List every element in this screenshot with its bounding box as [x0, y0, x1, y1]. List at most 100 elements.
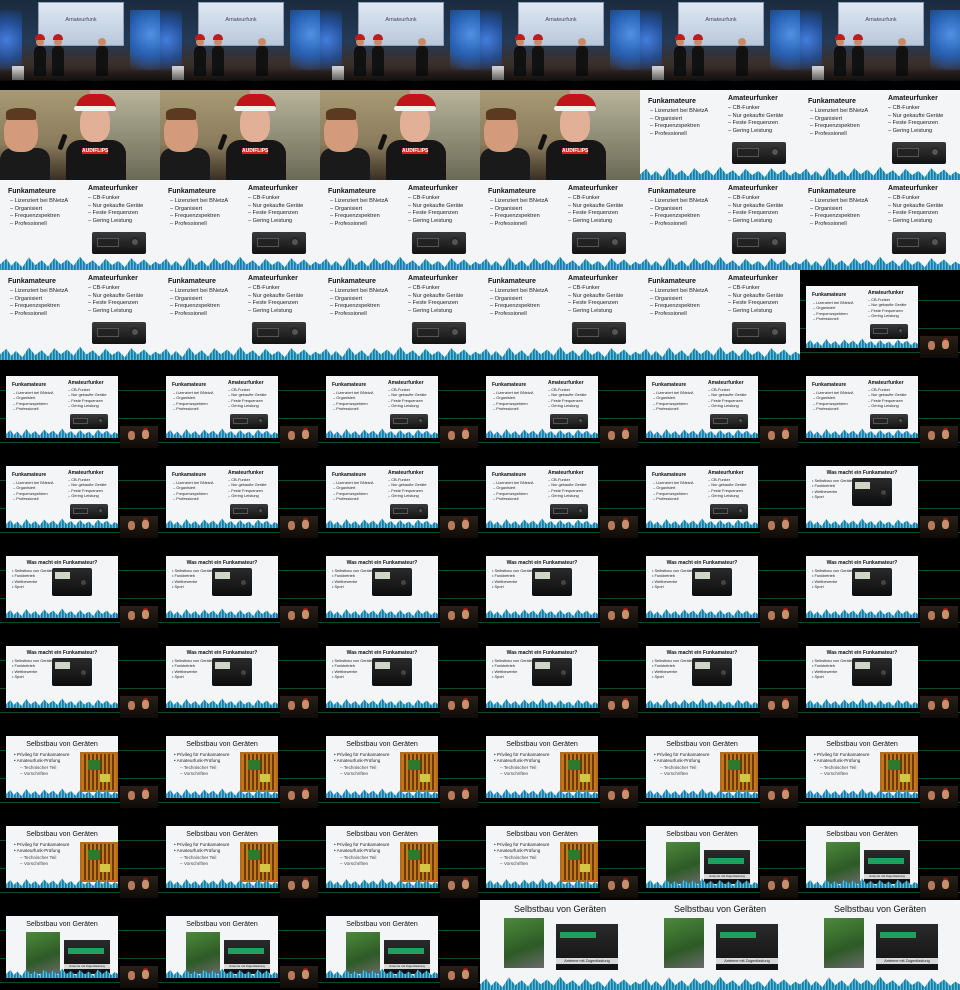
list-item: Organisiert [330, 296, 388, 304]
video-thumbnail: Selbstbau von Geräten Privileg für Funka… [320, 810, 480, 900]
list-item: Gering Leistung [408, 308, 463, 316]
video-thumbnail: Amateurfunk [160, 0, 320, 90]
slide-left-list: Lizenziert bei BNetzA Organisiert Freque… [330, 288, 388, 319]
camera-inset [760, 426, 798, 448]
camera-inset [760, 696, 798, 718]
slide-right-list: CB-Funker Nur gekaufte Geräte Feste Freq… [888, 105, 944, 136]
blue-stage-light [290, 10, 320, 70]
slide-list: Selbstbau von Geräten Funkbetrieb Wettbe… [172, 658, 214, 680]
stage-photo: Amateurfunk [480, 0, 640, 90]
list-item: Professionell [813, 406, 853, 411]
video-thumbnail: Funkamateure Lizenziert bei BNetzA Organ… [160, 450, 320, 540]
slide-list: Privileg für Funkamateure Amateurfunk-Pr… [334, 752, 390, 777]
slide-funkamateure-vs-amateurfunker: Funkamateure Lizenziert bei BNetzA Organ… [0, 180, 160, 270]
list-item: Professionell [173, 496, 213, 501]
list-item: Nur gekaufte Geräte [728, 293, 784, 301]
radio-transceiver-image [572, 322, 626, 344]
camera-inset [600, 696, 638, 718]
waveform-footer [166, 428, 278, 438]
slide-title: Selbstbau von Geräten [346, 831, 418, 838]
camera-inset [440, 786, 478, 808]
list-item: Professionell [650, 311, 708, 319]
slide-list: Selbstbau von Geräten Funkbetrieb Wettbe… [812, 478, 854, 500]
slide-left-list: Lizenziert bei BNetzA Organisiert Freque… [650, 108, 708, 139]
slide-column-title: Amateurfunker [868, 380, 904, 386]
slide-right-list: CB-Funker Nur gekaufte Geräte Feste Freq… [228, 387, 266, 409]
slide-list: Selbstbau von Geräten Funkbetrieb Wettbe… [12, 658, 54, 680]
waveform-footer [806, 428, 918, 438]
screen-title: Amateurfunk [225, 17, 257, 23]
camera-inset [760, 876, 798, 898]
slide-right-list: CB-Funker Nur gekaufte Geräte Feste Freq… [728, 285, 784, 316]
list-item: Professionell [170, 221, 228, 229]
waveform-footer [640, 976, 800, 990]
camera-inset [920, 876, 958, 898]
slide-title: Selbstbau von Geräten [506, 831, 578, 838]
radio-transceiver-image [710, 414, 748, 429]
list-item: Gering Leistung [708, 493, 747, 498]
list-item: Nur gekaufte Geräte [388, 392, 426, 397]
slide-left-list: Lizenziert bei BNetzA Organisiert Freque… [170, 198, 228, 229]
radio-station-image [372, 658, 412, 686]
slide-right-list: CB-Funker Nur gekaufte Geräte Feste Freq… [868, 297, 906, 319]
radio-transceiver-image [732, 232, 786, 254]
slide-was-macht-ein-funkamateur: Was macht ein Funkamateur? Selbstbau von… [486, 646, 598, 708]
list-item: Professionell [493, 496, 533, 501]
list-item: Nur gekaufte Geräte [228, 482, 266, 487]
list-item: Lizenziert bei BNetzA [490, 198, 548, 206]
slide-column-title: Funkamateure [488, 278, 536, 285]
slide-left-list: Lizenziert bei BNetzA Organisiert Freque… [10, 288, 68, 319]
slide-column-title: Funkamateure [812, 382, 847, 388]
slide-funkamateure-vs-amateurfunker: Funkamateure Lizenziert bei BNetzA Organ… [640, 180, 800, 270]
slide-column-title: Amateurfunker [728, 95, 778, 102]
camera-inset [280, 426, 318, 448]
slide-title: Was macht ein Funkamateur? [826, 560, 898, 566]
blue-stage-light [800, 10, 822, 70]
slide-list: Privileg für Funkamateure Amateurfunk-Pr… [494, 752, 550, 777]
video-thumbnail: Funkamateure Lizenziert bei BNetzA Organ… [0, 180, 160, 270]
radio-transceiver-image [230, 504, 268, 519]
video-thumbnail: Funkamateure Lizenziert bei BNetzA Organ… [800, 180, 960, 270]
list-item: Professionell [333, 406, 373, 411]
video-thumbnail: Funkamateure Lizenziert bei BNetzA Organ… [0, 270, 160, 360]
slide-column-title: Funkamateure [488, 188, 536, 195]
slide-left-list: Lizenziert bei BNetzA Organisiert Freque… [170, 288, 228, 319]
list-item: Frequenzspektren [810, 213, 868, 221]
list-item: CB-Funker [408, 195, 463, 203]
slide-funkamateure-vs-amateurfunker: Funkamateure Lizenziert bei BNetzA Organ… [320, 270, 480, 360]
list-item: Feste Frequenzen [88, 210, 143, 218]
slide-column-title: Amateurfunker [728, 185, 778, 192]
waveform-footer [800, 976, 960, 990]
slide-left-list: Lizenziert bei BNetzA Organisiert Freque… [10, 198, 68, 229]
slide-list: Privileg für Funkamateure Amateurfunk-Pr… [14, 752, 70, 777]
slide-column-title: Funkamateure [168, 188, 216, 195]
camera-inset [760, 786, 798, 808]
slide-funkamateure-vs-amateurfunker: Funkamateure Lizenziert bei BNetzA Organ… [806, 286, 918, 348]
radio-station-image [852, 568, 892, 596]
speaker-body [480, 148, 530, 180]
camera-inset [280, 966, 318, 988]
radio-transceiver-image [870, 324, 908, 339]
list-item: Lizenziert bei BNetzA [650, 108, 708, 116]
radio-station-image [52, 658, 92, 686]
slide-right-list: CB-Funker Nur gekaufte Geräte Feste Freq… [548, 477, 586, 499]
slide-was-macht-ein-funkamateur: Was macht ein Funkamateur? Selbstbau von… [166, 556, 278, 618]
waveform-footer [646, 698, 758, 708]
radio-transceiver-image [870, 414, 908, 429]
video-thumbnail: Funkamateure Lizenziert bei BNetzA Organ… [320, 450, 480, 540]
slide-was-macht-ein-funkamateur: Was macht ein Funkamateur? Selbstbau von… [166, 646, 278, 708]
waveform-footer [480, 346, 640, 360]
list-item: Gering Leistung [228, 493, 267, 498]
slide-title: Was macht ein Funkamateur? [666, 650, 738, 656]
list-item: Nur gekaufte Geräte [568, 293, 624, 301]
blue-stage-light [320, 10, 342, 70]
photo-caption: Antenne mit Zugentlastung [864, 874, 910, 879]
slide-column-title: Funkamateure [332, 382, 367, 388]
stage-photo: Amateurfunk [320, 0, 480, 90]
camera-inset [280, 696, 318, 718]
slide-selbstbau-von-geraeten: Selbstbau von Geräten Privileg für Funka… [166, 736, 278, 798]
slide-column-title: Funkamateure [808, 188, 856, 195]
waveform-footer [806, 698, 918, 708]
slide-column-title: Amateurfunker [408, 275, 458, 282]
slide-funkamateure-vs-amateurfunker: Funkamateure Lizenziert bei BNetzA Organ… [640, 90, 800, 180]
